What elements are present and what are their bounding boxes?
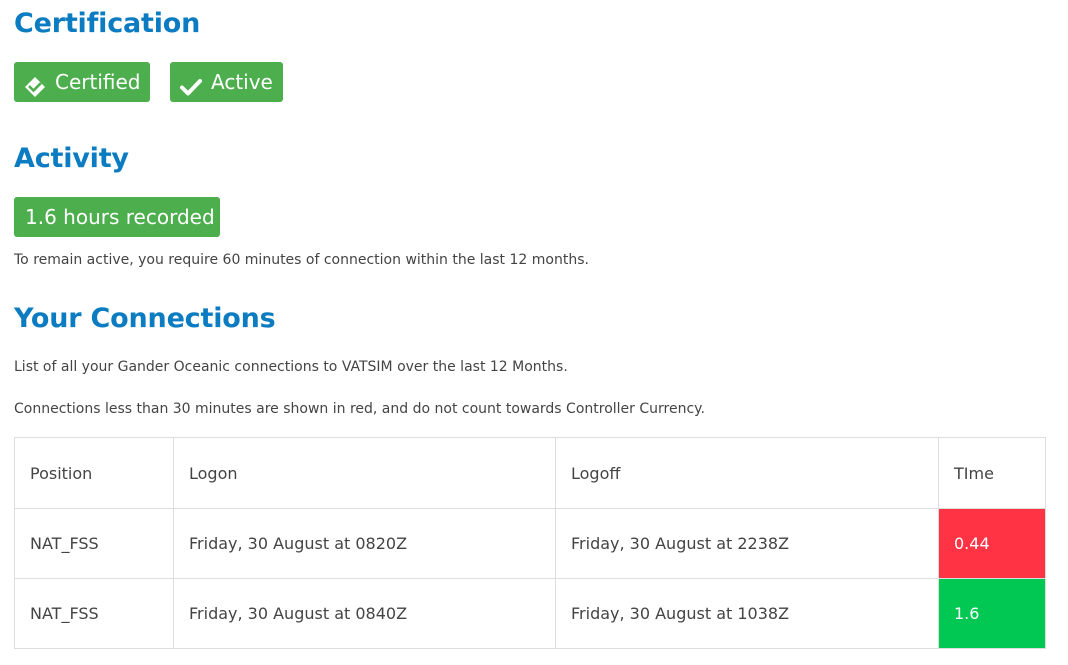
cell-position: NAT_FSS [14, 508, 174, 579]
column-header-position: Position [14, 437, 174, 509]
connections-table: Position Logon Logoff TIme NAT_FSS Frida… [14, 437, 1046, 649]
active-label: Active [211, 70, 273, 94]
hours-recorded-badge: 1.6 hours recorded [14, 197, 220, 237]
certification-heading: Certification [14, 8, 201, 39]
certified-badge: Certified [14, 62, 150, 102]
table-row: NAT_FSS Friday, 30 August at 0840Z Frida… [14, 578, 1046, 649]
cell-time: 0.44 [938, 508, 1046, 579]
connections-note: Connections less than 30 minutes are sho… [14, 401, 705, 417]
cell-logon: Friday, 30 August at 0840Z [173, 578, 556, 649]
active-badge: Active [170, 62, 283, 102]
activity-heading: Activity [14, 143, 129, 174]
check-icon [180, 71, 202, 96]
table-header-row: Position Logon Logoff TIme [14, 437, 1046, 509]
connections-description: List of all your Gander Oceanic connecti… [14, 359, 568, 375]
cell-position: NAT_FSS [14, 578, 174, 649]
column-header-time: TIme [938, 437, 1046, 509]
cell-logoff: Friday, 30 August at 2238Z [555, 508, 939, 579]
cell-logon: Friday, 30 August at 0820Z [173, 508, 556, 579]
table-row: NAT_FSS Friday, 30 August at 0820Z Frida… [14, 508, 1046, 579]
connections-heading: Your Connections [14, 303, 276, 334]
column-header-logoff: Logoff [555, 437, 939, 509]
double-check-icon [24, 71, 46, 97]
activity-requirement-text: To remain active, you require 60 minutes… [14, 252, 589, 268]
cell-logoff: Friday, 30 August at 1038Z [555, 578, 939, 649]
column-header-logon: Logon [173, 437, 556, 509]
cell-time: 1.6 [938, 578, 1046, 649]
certified-label: Certified [55, 70, 141, 94]
page: Certification Certified Active Activity … [0, 0, 1068, 665]
